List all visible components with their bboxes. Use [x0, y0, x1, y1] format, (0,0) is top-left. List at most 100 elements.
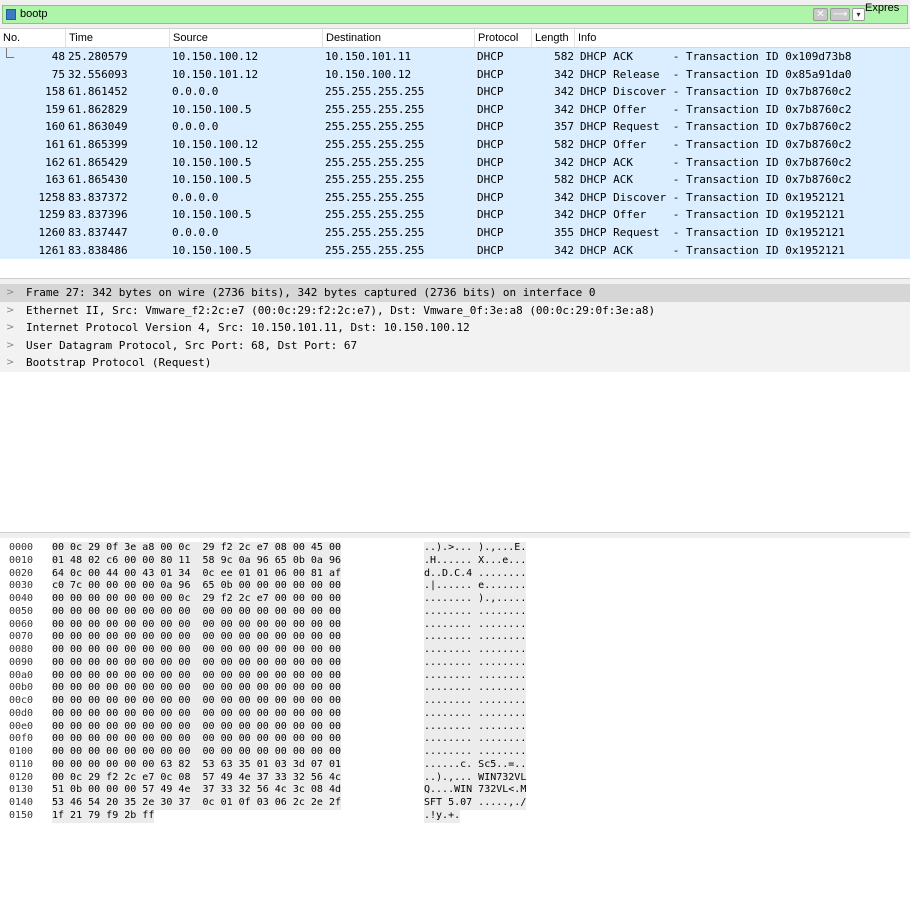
hex-bytes[interactable]: 51 0b 00 00 00 57 49 4e 37 33 32 56 4c 3…: [52, 784, 341, 797]
hex-bytes[interactable]: 00 0c 29 f2 2c e7 0c 08 57 49 4e 37 33 3…: [52, 771, 341, 785]
packet-protocol: DHCP: [477, 243, 504, 257]
ascii-bytes[interactable]: .H...... X...e...: [424, 554, 527, 568]
hex-offset: 00f0: [9, 733, 34, 745]
packet-info: DHCP Offer - Transaction ID 0x7b8760c2: [580, 137, 852, 151]
clear-filter-icon[interactable]: ✕: [813, 8, 828, 21]
display-filter-input[interactable]: [20, 6, 780, 23]
ascii-bytes[interactable]: ........ ........: [424, 605, 527, 619]
packet-row[interactable]: 48 25.280579 10.150.100.12 10.150.101.11 DHC…: [0, 48, 910, 66]
packet-source: 10.150.100.5: [172, 208, 252, 222]
ascii-bytes[interactable]: ........ ........: [424, 695, 527, 708]
ascii-bytes[interactable]: ........ ........: [424, 746, 527, 759]
packet-protocol: DHCP: [477, 173, 504, 187]
ascii-bytes[interactable]: ........ ).,.....: [424, 593, 527, 606]
hex-bytes[interactable]: 01 48 02 c6 00 00 80 11 58 9c 0a 96 65 0…: [52, 554, 341, 568]
ascii-bytes[interactable]: ......c. Sc5..=..: [424, 758, 527, 772]
hex-bytes[interactable]: 00 00 00 00 00 00 00 00 00 00 00 00 00 0…: [52, 746, 341, 759]
hex-bytes[interactable]: c0 7c 00 00 00 00 0a 96 65 0b 00 00 00 0…: [52, 580, 341, 593]
bookmark-icon[interactable]: [6, 9, 16, 20]
hex-offset: 0090: [9, 656, 34, 668]
detail-tree-item[interactable]: > Bootstrap Protocol (Request): [0, 354, 910, 372]
hex-bytes[interactable]: 00 00 00 00 00 00 00 00 00 00 00 00 00 0…: [52, 656, 341, 670]
column-header-time[interactable]: Time: [66, 29, 170, 47]
packet-length: 342: [554, 67, 574, 81]
packet-number: 161: [45, 137, 65, 151]
packet-row[interactable]: 159 61.862829 10.150.100.5 255.255.255.255 D…: [0, 100, 910, 119]
packet-destination: 255.255.255.255: [325, 173, 425, 187]
packet-protocol: DHCP: [477, 137, 504, 151]
chevron-down-icon[interactable]: ▾: [852, 8, 865, 21]
expression-button[interactable]: Expres: [865, 0, 899, 17]
column-header-info[interactable]: Info: [575, 29, 910, 47]
detail-tree-item[interactable]: > Internet Protocol Version 4, Src: 10.15…: [0, 319, 910, 337]
hex-bytes[interactable]: 64 0c 00 44 00 43 01 34 0c ee 01 01 06 0…: [52, 567, 341, 581]
ascii-bytes[interactable]: .|...... e.......: [424, 580, 527, 593]
hex-bytes[interactable]: 00 00 00 00 00 00 00 00 00 00 00 00 00 0…: [52, 605, 341, 619]
chevron-right-icon[interactable]: >: [6, 319, 14, 337]
packet-row[interactable]: 1258 83.837372 0.0.0.0 255.255.255.255 DHCP 3…: [0, 188, 910, 207]
ascii-bytes[interactable]: ........ ........: [424, 656, 527, 670]
packet-row[interactable]: 75 32.556093 10.150.101.12 10.150.100.12 DHC…: [0, 65, 910, 84]
hex-bytes[interactable]: 1f 21 79 f9 2b ff: [52, 809, 155, 823]
ascii-bytes[interactable]: SFT 5.07 .....,./: [424, 797, 527, 810]
hex-bytes[interactable]: 00 00 00 00 00 00 00 00 00 00 00 00 00 0…: [52, 695, 341, 708]
ascii-bytes[interactable]: .!y.+.: [424, 809, 461, 823]
ascii-bytes[interactable]: ..).,... WIN732VL: [424, 771, 527, 785]
ascii-bytes[interactable]: ........ ........: [424, 618, 527, 632]
ascii-bytes[interactable]: ........ ........: [424, 707, 527, 721]
column-header-length[interactable]: Length: [532, 29, 575, 47]
packet-info: DHCP Discover - Transaction ID 0x7b8760c…: [580, 85, 852, 99]
ascii-bytes[interactable]: d..D.C.4 ........: [424, 567, 527, 581]
hex-offset: 0070: [9, 631, 34, 643]
packet-row[interactable]: 1261 83.838486 10.150.100.5 255.255.255.255…: [0, 241, 910, 260]
chevron-right-icon[interactable]: >: [6, 302, 14, 320]
detail-tree-item[interactable]: > Ethernet II, Src: Vmware_f2:2c:e7 (00:0…: [0, 301, 910, 320]
apply-filter-icon[interactable]: ⟶: [830, 8, 850, 21]
packet-row[interactable]: 1259 83.837396 10.150.100.5 255.255.255.255…: [0, 206, 910, 224]
packet-row[interactable]: 162 61.865429 10.150.100.5 255.255.255.255 D…: [0, 153, 910, 172]
hex-bytes[interactable]: 00 00 00 00 00 00 00 00 00 00 00 00 00 0…: [52, 733, 341, 746]
ascii-bytes[interactable]: ........ ........: [424, 669, 527, 683]
packet-row[interactable]: 163 61.865430 10.150.100.5 255.255.255.255 D…: [0, 171, 910, 189]
column-header-no[interactable]: No.: [0, 29, 66, 47]
hex-bytes[interactable]: 00 00 00 00 00 00 63 82 53 63 35 01 03 3…: [52, 758, 341, 772]
hex-bytes[interactable]: 00 00 00 00 00 00 00 0c 29 f2 2c e7 00 0…: [52, 593, 341, 606]
ascii-bytes[interactable]: Q....WIN 732VL<.M: [424, 784, 527, 797]
detail-tree-item[interactable]: > Frame 27: 342 bytes on wire (2736 bits)…: [0, 284, 910, 302]
ascii-bytes[interactable]: ........ ........: [424, 682, 527, 695]
chevron-right-icon[interactable]: >: [6, 337, 14, 355]
detail-tree-item[interactable]: > User Datagram Protocol, Src Port: 68, D…: [0, 336, 910, 355]
packet-row[interactable]: 161 61.865399 10.150.100.12 255.255.255.255…: [0, 135, 910, 154]
hex-bytes[interactable]: 00 00 00 00 00 00 00 00 00 00 00 00 00 0…: [52, 644, 341, 657]
packet-source: 0.0.0.0: [172, 85, 219, 99]
packet-destination: 255.255.255.255: [325, 243, 425, 257]
ascii-bytes[interactable]: ........ ........: [424, 644, 527, 657]
hex-offset: 0110: [9, 758, 34, 770]
hex-bytes[interactable]: 00 00 00 00 00 00 00 00 00 00 00 00 00 0…: [52, 682, 341, 695]
ascii-bytes[interactable]: ........ ........: [424, 631, 527, 644]
packet-time: 83.837372: [68, 190, 128, 204]
packet-row[interactable]: 158 61.861452 0.0.0.0 255.255.255.255 DHCP 34…: [0, 83, 910, 101]
column-header-source[interactable]: Source: [170, 29, 323, 47]
hex-bytes[interactable]: 00 00 00 00 00 00 00 00 00 00 00 00 00 0…: [52, 631, 341, 644]
ascii-bytes[interactable]: ........ ........: [424, 733, 527, 746]
ascii-bytes[interactable]: ........ ........: [424, 720, 527, 734]
chevron-right-icon[interactable]: >: [6, 354, 14, 372]
hex-bytes[interactable]: 00 00 00 00 00 00 00 00 00 00 00 00 00 0…: [52, 720, 341, 734]
hex-bytes[interactable]: 00 0c 29 0f 3e a8 00 0c 29 f2 2c e7 08 0…: [52, 542, 341, 555]
hex-offset: 0040: [9, 593, 34, 604]
hex-offset: 0010: [9, 554, 34, 566]
hex-bytes[interactable]: 00 00 00 00 00 00 00 00 00 00 00 00 00 0…: [52, 618, 341, 632]
column-header-protocol[interactable]: Protocol: [475, 29, 532, 47]
column-header-destination[interactable]: Destination: [323, 29, 475, 47]
packet-source: 0.0.0.0: [172, 225, 219, 239]
packet-number: 160: [45, 120, 65, 134]
hex-bytes[interactable]: 53 46 54 20 35 2e 30 37 0c 01 0f 03 06 2…: [52, 797, 341, 810]
packet-row[interactable]: 160 61.863049 0.0.0.0 255.255.255.255 DHCP 35…: [0, 118, 910, 136]
hex-bytes[interactable]: 00 00 00 00 00 00 00 00 00 00 00 00 00 0…: [52, 669, 341, 683]
hex-bytes[interactable]: 00 00 00 00 00 00 00 00 00 00 00 00 00 0…: [52, 707, 341, 721]
ascii-bytes[interactable]: ..).>... ).,...E.: [424, 542, 527, 555]
chevron-right-icon[interactable]: >: [6, 284, 14, 302]
display-filter-field[interactable]: ✕ ⟶ ▾: [2, 5, 908, 24]
packet-row[interactable]: 1260 83.837447 0.0.0.0 255.255.255.255 DHCP 3…: [0, 223, 910, 242]
